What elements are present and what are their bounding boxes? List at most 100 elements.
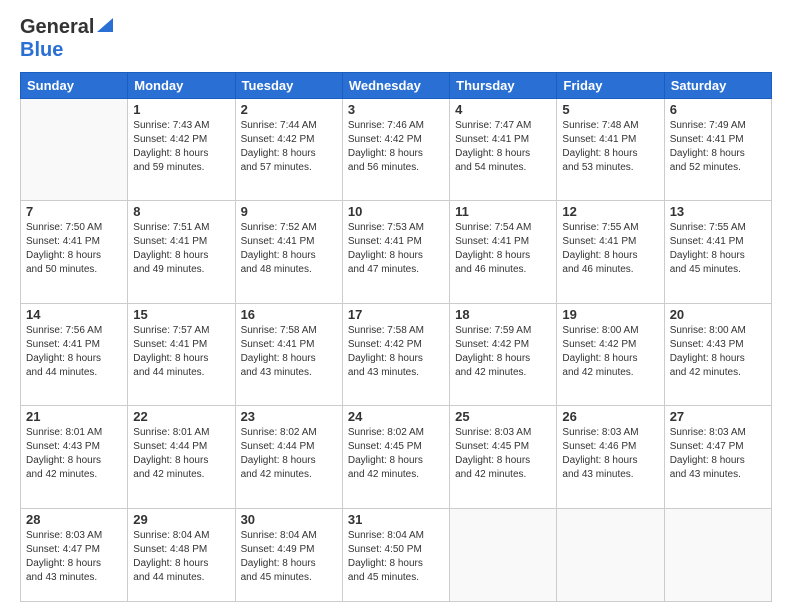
calendar-cell: 22Sunrise: 8:01 AMSunset: 4:44 PMDayligh…	[128, 406, 235, 508]
day-info: Sunrise: 7:53 AMSunset: 4:41 PMDaylight:…	[348, 221, 444, 277]
day-info: Sunrise: 7:55 AMSunset: 4:41 PMDaylight:…	[562, 221, 658, 277]
day-info: Sunrise: 8:00 AMSunset: 4:43 PMDaylight:…	[670, 324, 766, 380]
page: General Blue SundayMondayTuesdayWednesda…	[0, 0, 792, 612]
day-number: 10	[348, 204, 444, 219]
day-number: 3	[348, 102, 444, 117]
calendar-cell: 31 Sunrise: 8:04 AMSunset: 4:50 PMDayligh…	[342, 508, 449, 601]
calendar-cell: 13 Sunrise: 7:55 AMSunset: 4:41 PMDayligh…	[664, 201, 771, 303]
calendar-cell	[21, 99, 128, 201]
day-number: 19	[562, 307, 658, 322]
week-row-2: 14 Sunrise: 7:56 AMSunset: 4:41 PMDayligh…	[21, 303, 772, 405]
weekday-header-saturday: Saturday	[664, 73, 771, 99]
calendar-cell: 5Sunrise: 7:48 AMSunset: 4:41 PMDaylight…	[557, 99, 664, 201]
day-number: 21	[26, 409, 122, 424]
logo-general-text: General	[20, 16, 94, 39]
weekday-header-tuesday: Tuesday	[235, 73, 342, 99]
calendar-cell: 12 Sunrise: 7:55 AMSunset: 4:41 PMDayligh…	[557, 201, 664, 303]
calendar-cell: 10 Sunrise: 7:53 AMSunset: 4:41 PMDayligh…	[342, 201, 449, 303]
day-number: 22	[133, 409, 229, 424]
weekday-header-sunday: Sunday	[21, 73, 128, 99]
calendar-cell: 27Sunrise: 8:03 AMSunset: 4:47 PMDayligh…	[664, 406, 771, 508]
day-info: Sunrise: 7:56 AMSunset: 4:41 PMDaylight:…	[26, 324, 122, 380]
calendar-cell: 19 Sunrise: 8:00 AMSunset: 4:42 PMDayligh…	[557, 303, 664, 405]
day-info: Sunrise: 8:03 AMSunset: 4:47 PMDaylight:…	[26, 529, 122, 585]
logo-blue-text: Blue	[20, 39, 63, 61]
day-number: 20	[670, 307, 766, 322]
calendar-table: SundayMondayTuesdayWednesdayThursdayFrid…	[20, 72, 772, 602]
day-number: 18	[455, 307, 551, 322]
day-number: 8	[133, 204, 229, 219]
day-info: Sunrise: 7:52 AMSunset: 4:41 PMDaylight:…	[241, 221, 337, 277]
day-number: 29	[133, 512, 229, 527]
weekday-header-friday: Friday	[557, 73, 664, 99]
day-number: 14	[26, 307, 122, 322]
week-row-1: 7Sunrise: 7:50 AMSunset: 4:41 PMDaylight…	[21, 201, 772, 303]
day-info: Sunrise: 8:00 AMSunset: 4:42 PMDaylight:…	[562, 324, 658, 380]
calendar-cell: 11 Sunrise: 7:54 AMSunset: 4:41 PMDayligh…	[450, 201, 557, 303]
calendar-cell: 30 Sunrise: 8:04 AMSunset: 4:49 PMDayligh…	[235, 508, 342, 601]
calendar-cell	[664, 508, 771, 601]
logo-arrow-icon	[97, 18, 113, 39]
calendar-cell: 26 Sunrise: 8:03 AMSunset: 4:46 PMDayligh…	[557, 406, 664, 508]
day-info: Sunrise: 8:04 AMSunset: 4:49 PMDaylight:…	[241, 529, 337, 585]
calendar-cell: 18 Sunrise: 7:59 AMSunset: 4:42 PMDayligh…	[450, 303, 557, 405]
day-info: Sunrise: 8:04 AMSunset: 4:50 PMDaylight:…	[348, 529, 444, 585]
day-number: 23	[241, 409, 337, 424]
day-info: Sunrise: 7:43 AMSunset: 4:42 PMDaylight:…	[133, 119, 229, 175]
day-info: Sunrise: 8:03 AMSunset: 4:46 PMDaylight:…	[562, 426, 658, 482]
calendar-cell: 7Sunrise: 7:50 AMSunset: 4:41 PMDaylight…	[21, 201, 128, 303]
day-number: 6	[670, 102, 766, 117]
week-row-4: 28 Sunrise: 8:03 AMSunset: 4:47 PMDayligh…	[21, 508, 772, 601]
day-number: 5	[562, 102, 658, 117]
calendar-cell: 15Sunrise: 7:57 AMSunset: 4:41 PMDayligh…	[128, 303, 235, 405]
day-number: 28	[26, 512, 122, 527]
day-number: 31	[348, 512, 444, 527]
week-row-0: 1 Sunrise: 7:43 AMSunset: 4:42 PMDaylight…	[21, 99, 772, 201]
calendar-cell: 25Sunrise: 8:03 AMSunset: 4:45 PMDayligh…	[450, 406, 557, 508]
day-info: Sunrise: 8:02 AMSunset: 4:45 PMDaylight:…	[348, 426, 444, 482]
calendar-cell: 3 Sunrise: 7:46 AMSunset: 4:42 PMDaylight…	[342, 99, 449, 201]
day-number: 13	[670, 204, 766, 219]
day-number: 24	[348, 409, 444, 424]
day-info: Sunrise: 7:57 AMSunset: 4:41 PMDaylight:…	[133, 324, 229, 380]
day-info: Sunrise: 7:47 AMSunset: 4:41 PMDaylight:…	[455, 119, 551, 175]
day-info: Sunrise: 7:49 AMSunset: 4:41 PMDaylight:…	[670, 119, 766, 175]
day-info: Sunrise: 8:03 AMSunset: 4:45 PMDaylight:…	[455, 426, 551, 482]
day-number: 16	[241, 307, 337, 322]
day-info: Sunrise: 7:51 AMSunset: 4:41 PMDaylight:…	[133, 221, 229, 277]
week-row-3: 21 Sunrise: 8:01 AMSunset: 4:43 PMDayligh…	[21, 406, 772, 508]
day-number: 9	[241, 204, 337, 219]
day-info: Sunrise: 7:54 AMSunset: 4:41 PMDaylight:…	[455, 221, 551, 277]
day-info: Sunrise: 7:58 AMSunset: 4:41 PMDaylight:…	[241, 324, 337, 380]
calendar-cell: 14 Sunrise: 7:56 AMSunset: 4:41 PMDayligh…	[21, 303, 128, 405]
calendar-cell: 21 Sunrise: 8:01 AMSunset: 4:43 PMDayligh…	[21, 406, 128, 508]
calendar-cell	[557, 508, 664, 601]
calendar-cell: 4Sunrise: 7:47 AMSunset: 4:41 PMDaylight…	[450, 99, 557, 201]
day-info: Sunrise: 8:04 AMSunset: 4:48 PMDaylight:…	[133, 529, 229, 585]
day-info: Sunrise: 7:58 AMSunset: 4:42 PMDaylight:…	[348, 324, 444, 380]
day-number: 12	[562, 204, 658, 219]
calendar-cell: 2Sunrise: 7:44 AMSunset: 4:42 PMDaylight…	[235, 99, 342, 201]
calendar-cell: 16 Sunrise: 7:58 AMSunset: 4:41 PMDayligh…	[235, 303, 342, 405]
header: General Blue	[20, 16, 772, 62]
weekday-header-thursday: Thursday	[450, 73, 557, 99]
calendar-cell: 1 Sunrise: 7:43 AMSunset: 4:42 PMDaylight…	[128, 99, 235, 201]
day-info: Sunrise: 7:55 AMSunset: 4:41 PMDaylight:…	[670, 221, 766, 277]
day-number: 26	[562, 409, 658, 424]
day-number: 7	[26, 204, 122, 219]
day-number: 11	[455, 204, 551, 219]
weekday-header-row: SundayMondayTuesdayWednesdayThursdayFrid…	[21, 73, 772, 99]
calendar-cell: 9 Sunrise: 7:52 AMSunset: 4:41 PMDaylight…	[235, 201, 342, 303]
calendar-cell: 28 Sunrise: 8:03 AMSunset: 4:47 PMDayligh…	[21, 508, 128, 601]
day-info: Sunrise: 7:59 AMSunset: 4:42 PMDaylight:…	[455, 324, 551, 380]
day-info: Sunrise: 8:03 AMSunset: 4:47 PMDaylight:…	[670, 426, 766, 482]
calendar-cell	[450, 508, 557, 601]
day-info: Sunrise: 7:44 AMSunset: 4:42 PMDaylight:…	[241, 119, 337, 175]
day-number: 1	[133, 102, 229, 117]
day-info: Sunrise: 7:46 AMSunset: 4:42 PMDaylight:…	[348, 119, 444, 175]
day-number: 30	[241, 512, 337, 527]
calendar-cell: 8 Sunrise: 7:51 AMSunset: 4:41 PMDaylight…	[128, 201, 235, 303]
day-info: Sunrise: 8:01 AMSunset: 4:43 PMDaylight:…	[26, 426, 122, 482]
calendar-cell: 23Sunrise: 8:02 AMSunset: 4:44 PMDayligh…	[235, 406, 342, 508]
weekday-header-monday: Monday	[128, 73, 235, 99]
